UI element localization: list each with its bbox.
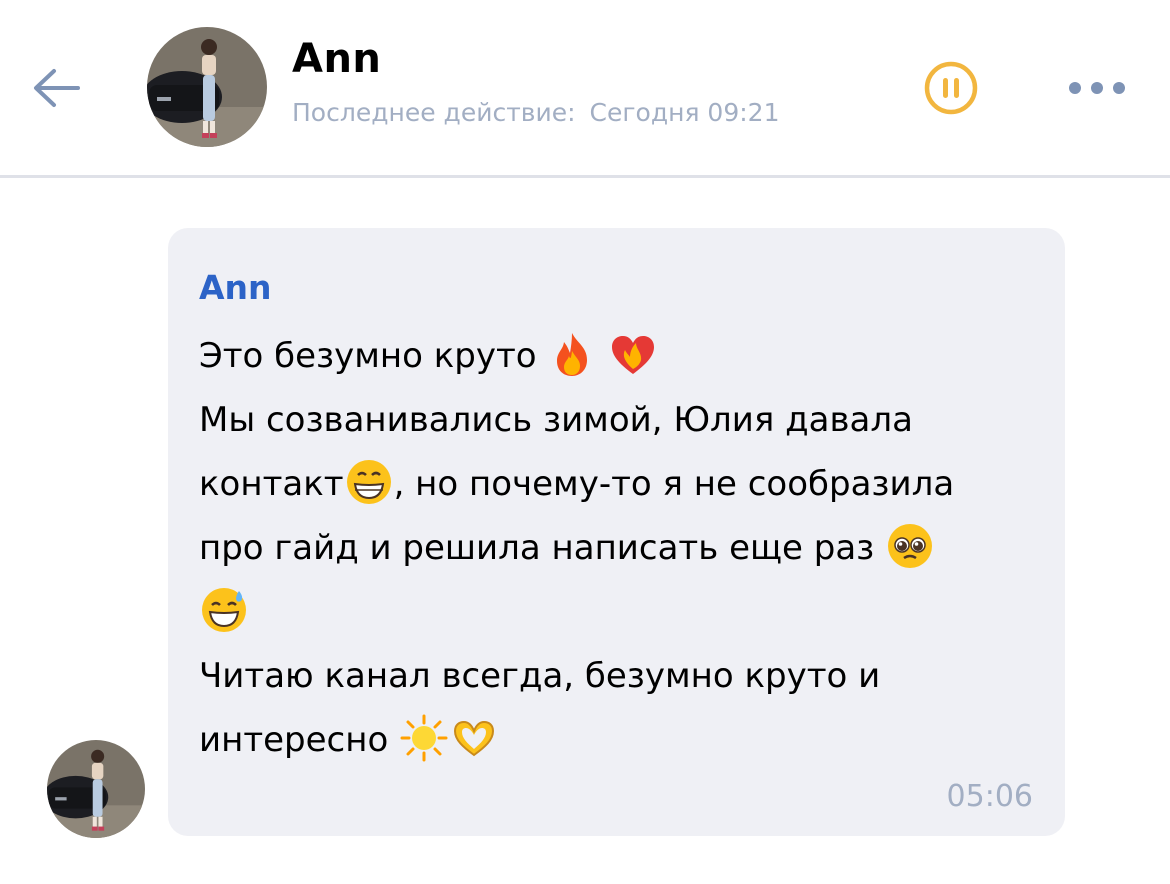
- grinning-emoji: [346, 460, 391, 504]
- message-line-text: контакт: [199, 464, 344, 504]
- last-seen-status: Последнее действие: Сегодня 09:21: [292, 98, 779, 127]
- sweat-smile-emoji: [202, 588, 246, 632]
- back-button[interactable]: [28, 60, 88, 116]
- more-icon: [1069, 82, 1125, 94]
- more-options-button[interactable]: [1066, 74, 1128, 102]
- message-line-5: [199, 580, 1039, 644]
- pleading-emoji: [888, 524, 933, 568]
- sender-avatar[interactable]: [47, 740, 145, 838]
- message-time: 05:06: [946, 779, 1033, 814]
- message-bubble[interactable]: Ann Это безумно круто Мы созванивались з…: [168, 228, 1065, 836]
- message-line-2: Мы созванивались зимой, Юлия давала: [199, 400, 913, 440]
- message-sender[interactable]: Ann: [199, 268, 272, 307]
- message-line-6: Читаю канал всегда, безумно круто и: [199, 656, 881, 696]
- contact-name: Ann: [292, 36, 382, 82]
- heart-hands-emoji: [454, 720, 495, 757]
- sun-emoji: [400, 714, 448, 762]
- heart-on-fire-emoji: [612, 336, 655, 374]
- avatar[interactable]: [147, 27, 267, 147]
- message-line-text: интересно: [199, 720, 389, 760]
- message-line-text: Это безумно круто: [199, 336, 537, 376]
- last-seen-time: Сегодня 09:21: [589, 98, 780, 127]
- message-line-text: , но почему-то я не сообразила: [393, 464, 955, 504]
- back-arrow-icon: [34, 69, 80, 107]
- message-line-4: про гайд и решила написать еще раз: [199, 516, 1039, 580]
- pause-button[interactable]: [924, 61, 978, 115]
- message-text: Это безумно круто Мы созванивались зимой…: [199, 324, 1039, 772]
- message-line-text: про гайд и решила написать еще раз: [199, 528, 875, 568]
- chat-header: Ann Последнее действие: Сегодня 09:21: [0, 0, 1170, 178]
- last-seen-label: Последнее действие:: [292, 98, 576, 127]
- message-line-3: контакт , но почему-то я не сообразила: [199, 452, 1039, 516]
- message-line-1: Это безумно круто: [199, 324, 1039, 388]
- message-line-7: интересно: [199, 708, 1039, 772]
- pause-icon: [924, 61, 978, 115]
- fire-emoji: [557, 333, 588, 376]
